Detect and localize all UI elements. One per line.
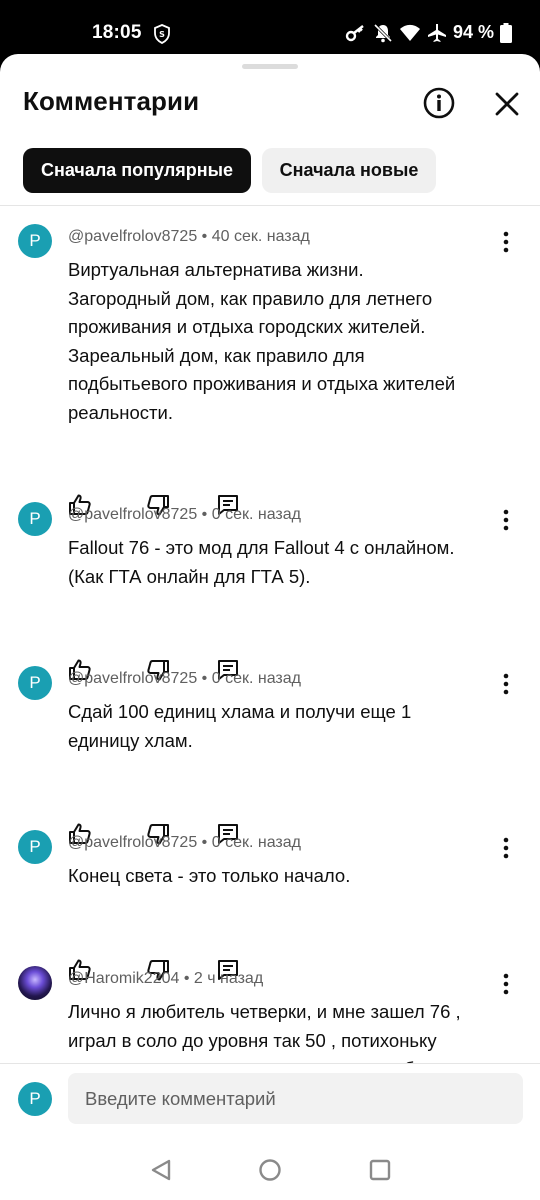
comment-input[interactable]: Введите комментарий — [68, 1073, 523, 1124]
key-icon — [345, 24, 364, 41]
comment-time: 0 сек. назад — [211, 834, 301, 851]
comment-text: Виртуальная альтернатива жизни. Загородн… — [68, 259, 456, 423]
avatar[interactable]: P — [18, 830, 52, 864]
comment-list[interactable]: P @pavelfrolov8725 • 40 сек. назад Вирту… — [0, 206, 540, 1063]
comment-text: Fallout 76 - это мод для Fallout 4 с онл… — [68, 537, 455, 587]
more-options-icon[interactable] — [498, 836, 514, 860]
sort-newest-chip[interactable]: Сначала новые — [262, 148, 436, 193]
drag-handle[interactable] — [242, 64, 298, 69]
more-options-icon[interactable] — [498, 508, 514, 532]
comment-meta: @pavelfrolov8725 • 40 сек. назад — [68, 228, 310, 245]
comment-author[interactable]: @pavelfrolov8725 — [68, 670, 197, 687]
avatar[interactable] — [18, 966, 52, 1000]
status-bar: 18:05 S 94 % — [0, 0, 540, 54]
home-nav-icon[interactable] — [258, 1158, 282, 1182]
comment-author[interactable]: @pavelfrolov8725 — [68, 228, 197, 245]
more-options-icon[interactable] — [498, 230, 514, 254]
comment-meta: @pavelfrolov8725 • 0 сек. назад — [68, 834, 301, 851]
comment-text: Лично я любитель четверки, и мне зашел 7… — [68, 1001, 461, 1063]
info-icon[interactable] — [423, 87, 455, 119]
divider — [0, 1063, 540, 1064]
comment-meta: @pavelfrolov8725 • 0 сек. назад — [68, 670, 301, 687]
comments-sheet: Комментарии Сначала популярные Сначала н… — [0, 54, 540, 1200]
current-user-avatar: P — [18, 1082, 52, 1116]
avatar[interactable]: P — [18, 666, 52, 700]
more-options-icon[interactable] — [498, 672, 514, 696]
comment-author[interactable]: @Haromik2204 — [68, 970, 179, 987]
battery-icon — [500, 22, 512, 43]
wifi-icon — [399, 24, 420, 41]
comment-author[interactable]: @pavelfrolov8725 — [68, 506, 197, 523]
notifications-off-icon — [373, 23, 393, 42]
comment-author[interactable]: @pavelfrolov8725 — [68, 834, 197, 851]
avatar[interactable]: P — [18, 224, 52, 258]
airplane-mode-icon — [427, 23, 446, 42]
comment-time: 40 сек. назад — [211, 228, 310, 245]
comment-time: 0 сек. назад — [211, 670, 301, 687]
status-icons: 94 % — [345, 22, 512, 43]
status-time: 18:05 — [92, 22, 142, 43]
close-icon[interactable] — [493, 90, 521, 118]
comment-meta: @Haromik2204 • 2 ч назад — [68, 970, 264, 987]
comment-text: Конец света - это только начало. — [68, 865, 351, 886]
svg-text:S: S — [159, 30, 165, 39]
system-nav-bar — [0, 1136, 540, 1200]
recents-nav-icon[interactable] — [369, 1159, 391, 1181]
vpn-shield-icon: S — [154, 24, 170, 44]
battery-level: 94 % — [452, 22, 494, 42]
comment-text: Сдай 100 единиц хлама и получи еще 1 еди… — [68, 701, 412, 751]
comment-time: 0 сек. назад — [211, 506, 301, 523]
more-options-icon[interactable] — [498, 972, 514, 996]
avatar[interactable]: P — [18, 502, 52, 536]
sheet-title: Комментарии — [23, 86, 200, 116]
comment-meta: @pavelfrolov8725 • 0 сек. назад — [68, 506, 301, 523]
back-nav-icon[interactable] — [150, 1158, 172, 1182]
sort-popular-chip[interactable]: Сначала популярные — [23, 148, 251, 193]
comment-time: 2 ч назад — [193, 970, 264, 987]
